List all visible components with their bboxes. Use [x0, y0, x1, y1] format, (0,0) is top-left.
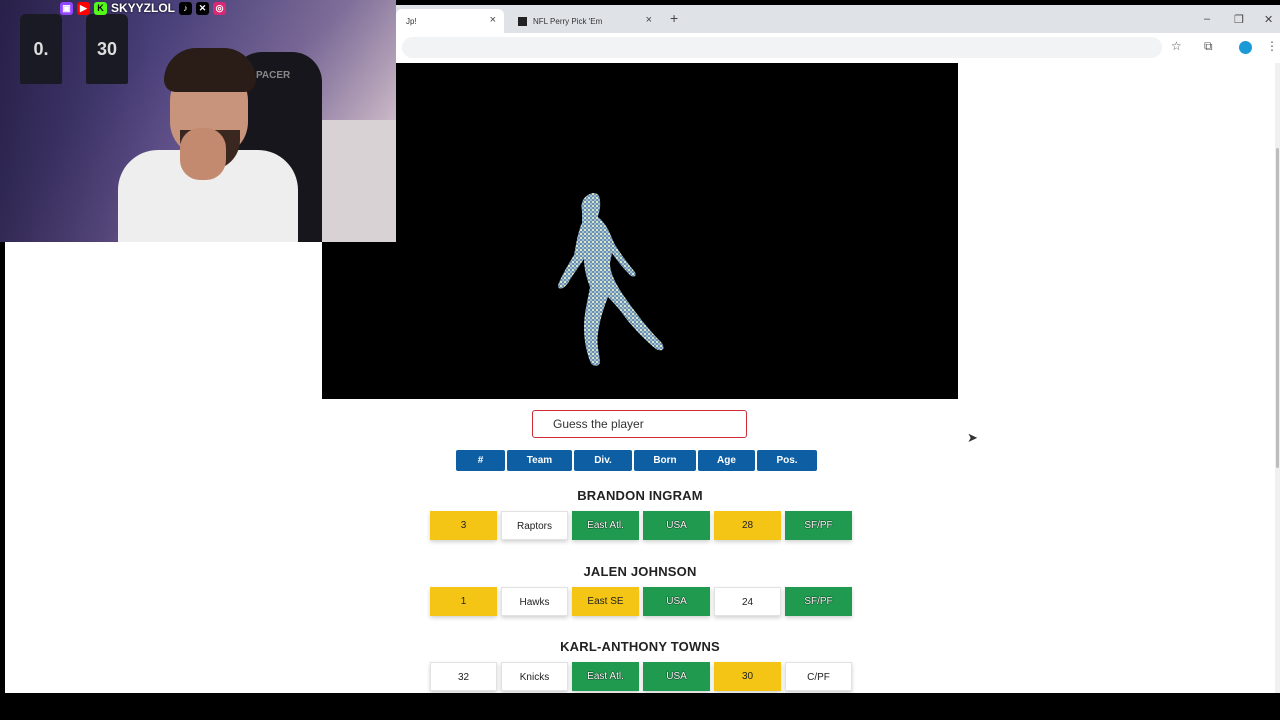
kick-icon: K	[94, 1, 107, 15]
bottom-letterbox	[0, 693, 1280, 720]
cell-born: USA	[643, 587, 710, 616]
tab-close-icon[interactable]: ×	[490, 14, 496, 26]
cell-division: East Atl.	[572, 511, 639, 540]
cell-team: Hawks	[501, 587, 568, 616]
column-headers: # Team Div. Born Age Pos.	[456, 450, 817, 471]
tab-bar: Jp! × NFL Perry Pick 'Em × + – ❐ ✕	[396, 5, 1280, 33]
window-close-icon[interactable]: ✕	[1264, 13, 1273, 26]
cell-division: East Atl.	[572, 662, 639, 691]
social-bar: ▣ ▶ K SKYYZLOL ♪ ✕ ◎	[60, 0, 227, 16]
bookmark-star-icon[interactable]: ☆	[1171, 39, 1182, 53]
tab-label: Jp!	[406, 16, 417, 26]
cell-age: 28	[714, 511, 781, 540]
cell-team: Knicks	[501, 662, 568, 691]
cell-number: 3	[430, 511, 497, 540]
player-silhouette-panel	[322, 63, 958, 399]
mouse-cursor-icon: ➤	[967, 430, 978, 445]
cell-born: USA	[643, 662, 710, 691]
guess-player-input[interactable]	[532, 410, 747, 438]
youtube-icon: ▶	[77, 1, 90, 15]
cell-position: C/PF	[785, 662, 852, 691]
address-bar[interactable]	[402, 37, 1162, 58]
tab-label: NFL Perry Pick 'Em	[533, 16, 603, 26]
guess-player-name: JALEN JOHNSON	[583, 564, 697, 579]
header-team: Team	[507, 450, 572, 471]
guess-player-name: KARL-ANTHONY TOWNS	[560, 639, 720, 654]
cell-number: 32	[430, 662, 497, 691]
cell-position: SF/PF	[785, 587, 852, 616]
wall-jersey: 30	[86, 14, 128, 84]
cell-division: East SE	[572, 587, 639, 616]
cell-age: 24	[714, 587, 781, 616]
guess-row: 3 Raptors East Atl. USA 28 SF/PF	[430, 511, 852, 540]
wall-jersey: 0.	[20, 14, 62, 84]
browser-menu-icon[interactable]: ⋮	[1266, 39, 1278, 53]
header-born: Born	[634, 450, 696, 471]
guess-row: 32 Knicks East Atl. USA 30 C/PF	[430, 662, 852, 691]
tab-favicon-icon	[518, 16, 527, 26]
social-handle: SKYYZLOL	[111, 1, 176, 15]
instagram-icon: ◎	[213, 1, 227, 15]
tab-active[interactable]: Jp! ×	[396, 9, 504, 33]
streamer-hand	[180, 128, 226, 180]
scrollbar-thumb[interactable]	[1276, 148, 1279, 468]
cell-position: SF/PF	[785, 511, 852, 540]
minimize-icon[interactable]: –	[1204, 13, 1210, 25]
tab-nfl-pick-em[interactable]: NFL Perry Pick 'Em ×	[508, 9, 660, 33]
cell-age: 30	[714, 662, 781, 691]
guess-row: 1 Hawks East SE USA 24 SF/PF	[430, 587, 852, 616]
header-age: Age	[698, 450, 755, 471]
extension-app-icon[interactable]	[1239, 41, 1252, 54]
new-tab-icon[interactable]: +	[670, 10, 678, 26]
webcam-overlay: 0. 30 PACER ▣ ▶ K SKYYZLOL ♪ ✕ ◎	[0, 0, 396, 242]
tiktok-icon: ♪	[179, 1, 193, 15]
player-silhouette	[558, 193, 664, 366]
cell-team: Raptors	[501, 511, 568, 540]
x-icon: ✕	[196, 1, 210, 15]
extensions-icon[interactable]: ⧉	[1204, 39, 1213, 54]
cell-born: USA	[643, 511, 710, 540]
header-position: Pos.	[757, 450, 817, 471]
guess-player-name: BRANDON INGRAM	[577, 488, 703, 503]
streamer-hair	[164, 48, 256, 92]
twitch-icon: ▣	[60, 1, 73, 15]
header-number: #	[456, 450, 505, 471]
restore-icon[interactable]: ❐	[1234, 13, 1244, 26]
chair-brand: PACER	[256, 70, 291, 81]
address-toolbar: ☆ ⧉ ⋮	[396, 33, 1280, 64]
header-division: Div.	[574, 450, 632, 471]
tab-close-icon[interactable]: ×	[646, 14, 652, 26]
cell-number: 1	[430, 587, 497, 616]
